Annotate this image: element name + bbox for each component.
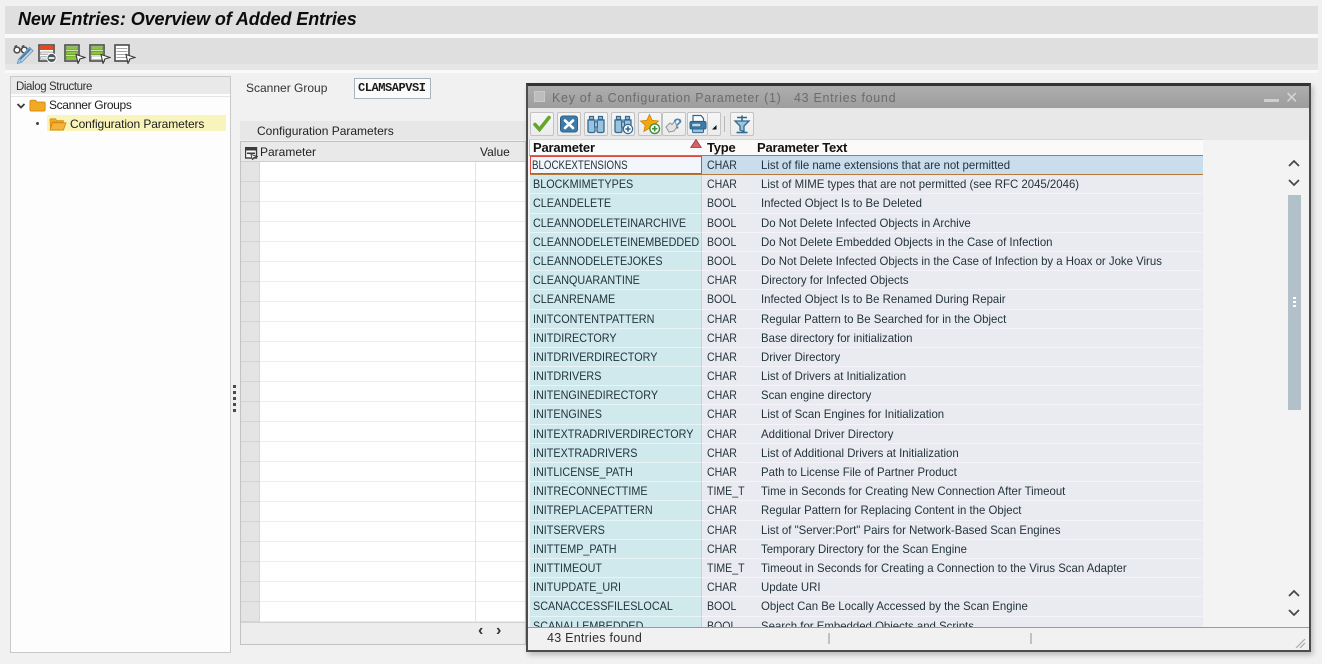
svg-text:?: ? (673, 116, 682, 133)
